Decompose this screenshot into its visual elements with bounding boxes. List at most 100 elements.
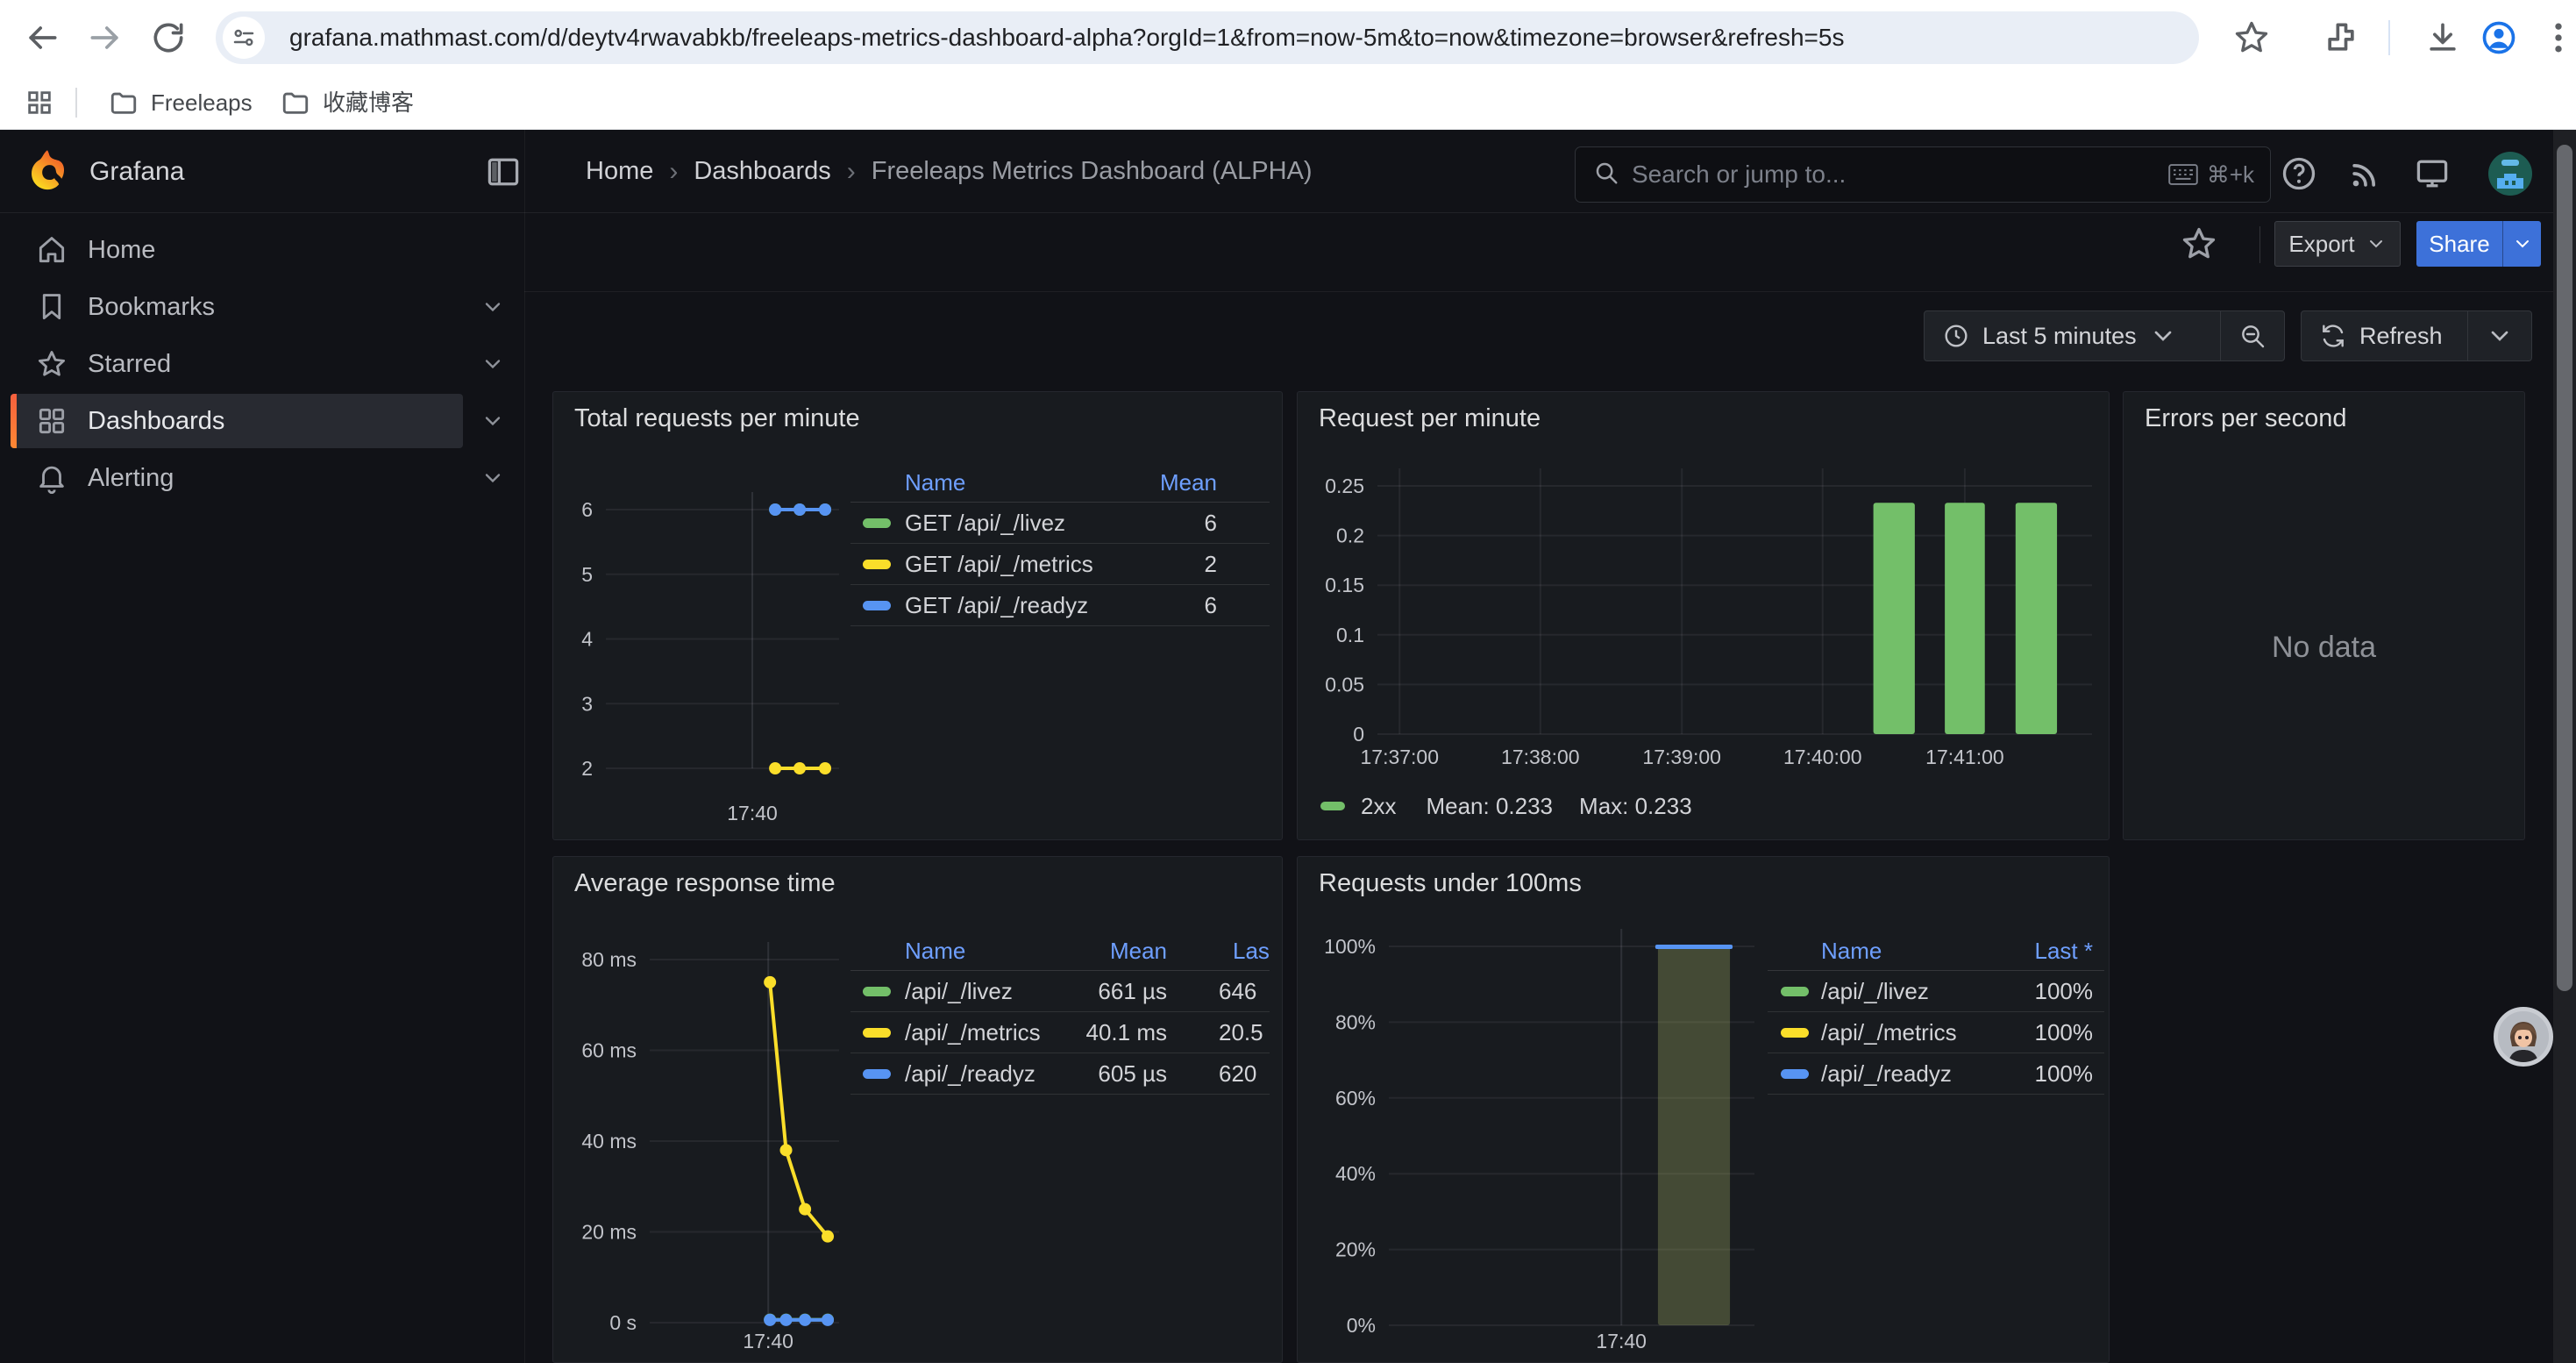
svg-text:0.2: 0.2 [1336, 525, 1364, 547]
series-last: 100% [2035, 1012, 2094, 1053]
series-swatch [1320, 802, 1345, 810]
breadcrumb-separator: › [653, 157, 694, 187]
legend-row[interactable]: GET /api/_/metrics 2 [850, 544, 1270, 585]
share-button[interactable]: Share [2416, 221, 2502, 267]
legend-row[interactable]: /api/_/readyz 100% [1768, 1053, 2104, 1095]
legend-row[interactable]: /api/_/livez 661 µs 646 [850, 971, 1270, 1012]
bookmark-folder-blogs[interactable]: 收藏博客 [323, 75, 414, 130]
bookmark-icon [35, 290, 68, 324]
chevron-down-icon[interactable] [480, 466, 505, 490]
chevron-down-icon[interactable] [480, 409, 505, 433]
svg-text:6: 6 [581, 498, 593, 521]
kiosk-monitor-icon[interactable] [2413, 154, 2451, 197]
sidebar-item-starred[interactable]: Starred [11, 337, 463, 391]
legend-row[interactable]: /api/_/metrics 100% [1768, 1012, 2104, 1053]
site-settings-icon[interactable] [223, 17, 265, 59]
back-icon[interactable] [23, 18, 61, 57]
url-bar[interactable]: grafana.mathmast.com/d/deytv4rwavabkb/fr… [216, 11, 2199, 64]
bookmarks-bar: Freeleaps 收藏博客 [0, 75, 2576, 130]
legend-header: Name Mean [850, 464, 1270, 503]
series-name: /api/_/livez [1821, 971, 1929, 1011]
page-scrollbar-thumb[interactable] [2557, 145, 2572, 991]
legend-row[interactable]: /api/_/readyz 605 µs 620 [850, 1053, 1270, 1095]
series-name: GET /api/_/readyz [905, 585, 1088, 625]
dashboards-grid-icon [35, 404, 68, 438]
breadcrumb-dashboards[interactable]: Dashboards [694, 157, 830, 186]
column-header-last[interactable]: Last * [1233, 932, 1270, 970]
series-mean: Mean: 0.233 [1426, 793, 1553, 820]
breadcrumb-home[interactable]: Home [586, 157, 653, 186]
bookmark-folder-freeleaps[interactable]: Freeleaps [151, 75, 253, 130]
browser-menu-icon[interactable] [2539, 18, 2576, 57]
toolbar-divider [2388, 20, 2390, 55]
legend[interactable]: 2xx Mean: 0.233 Max: 0.233 [1320, 792, 1692, 820]
search-placeholder: Search or jump to... [1632, 161, 2168, 189]
actions-divider [2259, 226, 2260, 263]
column-header-name[interactable]: Name [1821, 932, 1882, 970]
sidebar-item-home[interactable]: Home [11, 223, 463, 277]
legend-header: Name Mean Last * [850, 932, 1270, 971]
legend-table: Name Mean GET /api/_/livez 6 GET /api/_/… [850, 464, 1270, 626]
svg-text:17:37:00: 17:37:00 [1360, 746, 1439, 768]
chevron-down-icon[interactable] [480, 295, 505, 319]
bookmark-star-icon[interactable] [2232, 18, 2271, 57]
legend-row[interactable]: /api/_/metrics 40.1 ms 20.5 ms [850, 1012, 1270, 1053]
grafana-logo[interactable] [25, 147, 70, 193]
news-rss-icon[interactable] [2346, 154, 2385, 197]
reload-icon[interactable] [149, 18, 188, 57]
home-icon [35, 233, 68, 267]
search-input[interactable]: Search or jump to... ⌘+k [1575, 146, 2271, 203]
legend-row[interactable]: /api/_/livez 100% [1768, 971, 2104, 1012]
svg-text:40 ms: 40 ms [581, 1130, 637, 1152]
refresh-interval-button[interactable] [2468, 311, 2531, 360]
svg-text:60 ms: 60 ms [581, 1039, 637, 1062]
column-header-name[interactable]: Name [905, 932, 965, 970]
chevron-down-icon[interactable] [480, 352, 505, 376]
series-name: /api/_/metrics [1821, 1012, 1957, 1053]
svg-text:0%: 0% [1347, 1314, 1376, 1337]
svg-text:3: 3 [581, 692, 593, 715]
sidebar-item-dashboards[interactable]: Dashboards [11, 394, 463, 448]
share-menu-button[interactable] [2502, 221, 2541, 267]
svg-text:5: 5 [581, 563, 593, 586]
brand-name[interactable]: Grafana [89, 130, 184, 213]
column-header-mean[interactable]: Mean [1110, 932, 1167, 970]
series-swatch [1781, 987, 1809, 996]
column-header-name[interactable]: Name [905, 464, 965, 502]
series-last: 620 [1219, 1053, 1270, 1094]
svg-text:17:38:00: 17:38:00 [1501, 746, 1580, 768]
panel-title[interactable]: Errors per second [2145, 404, 2347, 433]
export-button[interactable]: Export [2274, 221, 2401, 267]
user-avatar[interactable] [2488, 152, 2532, 196]
time-range-picker[interactable]: Last 5 minutes [1925, 311, 2220, 360]
refresh-button[interactable]: Refresh [2302, 311, 2467, 360]
url-text[interactable]: grafana.mathmast.com/d/deytv4rwavabkb/fr… [289, 11, 1844, 64]
refresh-label: Refresh [2359, 323, 2443, 350]
profile-icon[interactable] [2480, 18, 2518, 57]
apps-grid-icon[interactable] [25, 88, 54, 118]
svg-text:17:39:00: 17:39:00 [1642, 746, 1721, 768]
series-name: /api/_/readyz [1821, 1053, 1952, 1094]
column-header-mean[interactable]: Mean [1160, 464, 1217, 502]
bar-chart[interactable]: 00.050.10.150.20.2517:37:0017:38:0017:39… [1298, 392, 2109, 839]
series-swatch [1781, 1028, 1809, 1038]
forward-icon[interactable] [86, 18, 125, 57]
series-name: GET /api/_/metrics [905, 544, 1093, 584]
legend-table: Name Mean Last * /api/_/livez 661 µs 646… [850, 932, 1270, 1095]
panel-requests-under-100ms: Requests under 100ms 0%20%40%60%80%100%1… [1297, 856, 2110, 1363]
help-icon[interactable] [2280, 154, 2318, 197]
zoom-out-button[interactable] [2221, 311, 2284, 360]
svg-text:0 s: 0 s [609, 1311, 637, 1334]
download-icon[interactable] [2423, 18, 2462, 57]
dock-toggle-icon[interactable] [484, 153, 523, 196]
subheader-divider [524, 291, 2576, 292]
column-header-last[interactable]: Last * [2035, 932, 2094, 970]
assistant-avatar[interactable] [2494, 1007, 2553, 1067]
sidebar-item-alerting[interactable]: Alerting [11, 451, 463, 505]
chevron-down-icon [2486, 322, 2514, 350]
extensions-icon[interactable] [2322, 18, 2360, 57]
legend-row[interactable]: GET /api/_/readyz 6 [850, 585, 1270, 626]
sidebar-item-bookmarks[interactable]: Bookmarks [11, 280, 463, 334]
favorite-star-icon[interactable] [2180, 225, 2218, 268]
legend-row[interactable]: GET /api/_/livez 6 [850, 503, 1270, 544]
